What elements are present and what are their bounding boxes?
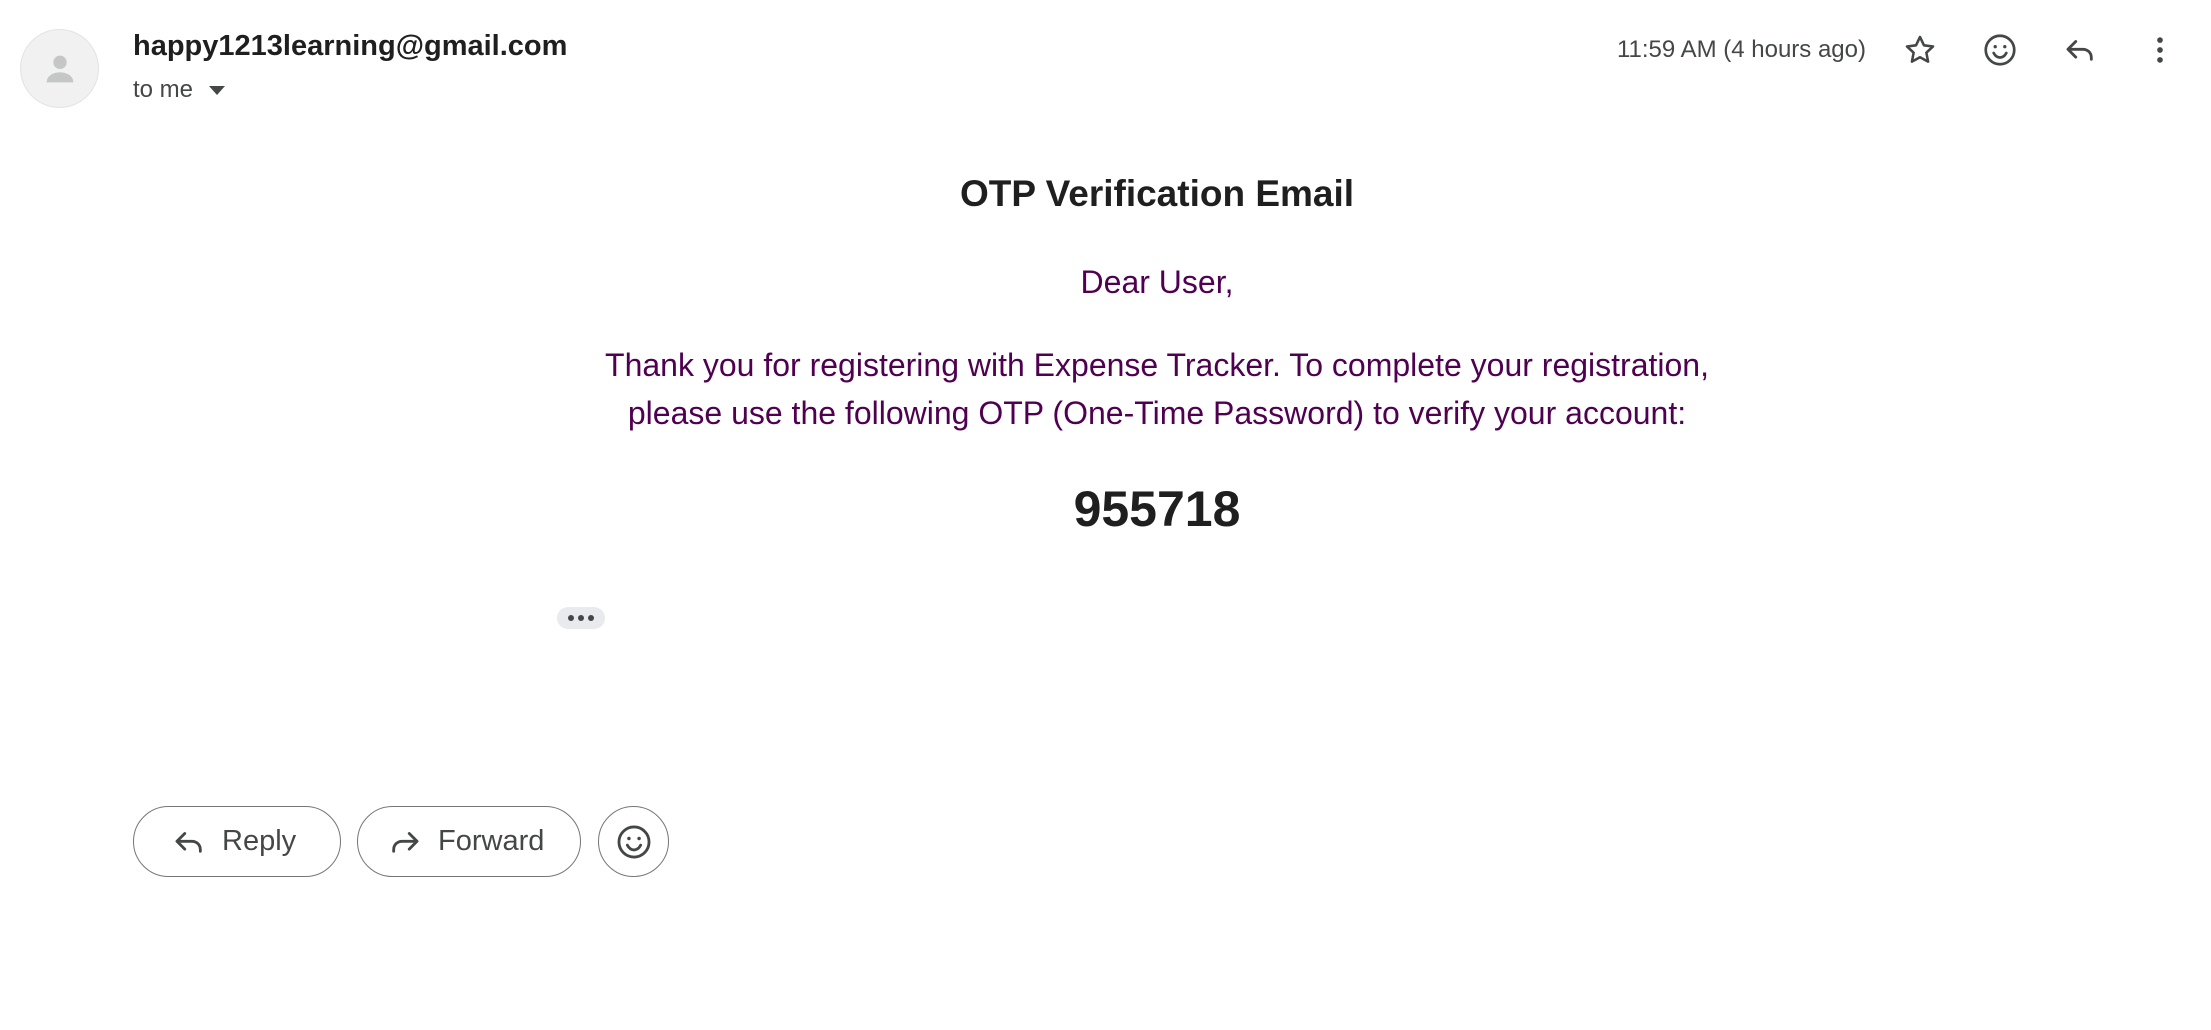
person-icon (46, 55, 73, 82)
forward-button[interactable]: Forward (357, 806, 581, 877)
dot-icon (588, 615, 594, 621)
email-greeting: Dear User, (1080, 264, 1234, 300)
reply-button[interactable]: Reply (133, 806, 341, 877)
dot-icon (568, 615, 574, 621)
dot-icon (578, 615, 584, 621)
reply-icon[interactable] (2056, 26, 2104, 74)
emoji-reaction-button[interactable] (598, 806, 669, 877)
sender-email[interactable]: happy1213learning@gmail.com (133, 30, 567, 63)
recipients-dropdown[interactable]: to me (133, 76, 226, 104)
email-message: Thank you for registering with Expense T… (133, 341, 2181, 437)
forward-button-label: Forward (438, 825, 545, 857)
email-subject: OTP Verification Email (959, 173, 1355, 214)
emoji-icon[interactable] (1976, 26, 2024, 74)
forward-icon (392, 831, 419, 853)
recipients-label: to me (133, 76, 194, 103)
sender-avatar[interactable] (20, 29, 99, 108)
reply-button-label: Reply (222, 825, 297, 857)
reply-icon (175, 831, 202, 853)
show-trimmed-content-button[interactable] (557, 607, 605, 629)
otp-code: 955718 (1073, 481, 1241, 537)
emoji-icon (617, 825, 650, 858)
email-message-line: please use the following OTP (One-Time P… (627, 395, 1687, 431)
caret-down-icon (209, 85, 226, 95)
more-vert-icon[interactable] (2136, 26, 2184, 74)
email-message-line: Thank you for registering with Expense T… (605, 347, 1709, 383)
email-timestamp: 11:59 AM (4 hours ago) (1616, 36, 1866, 63)
star-icon[interactable] (1896, 26, 1944, 74)
